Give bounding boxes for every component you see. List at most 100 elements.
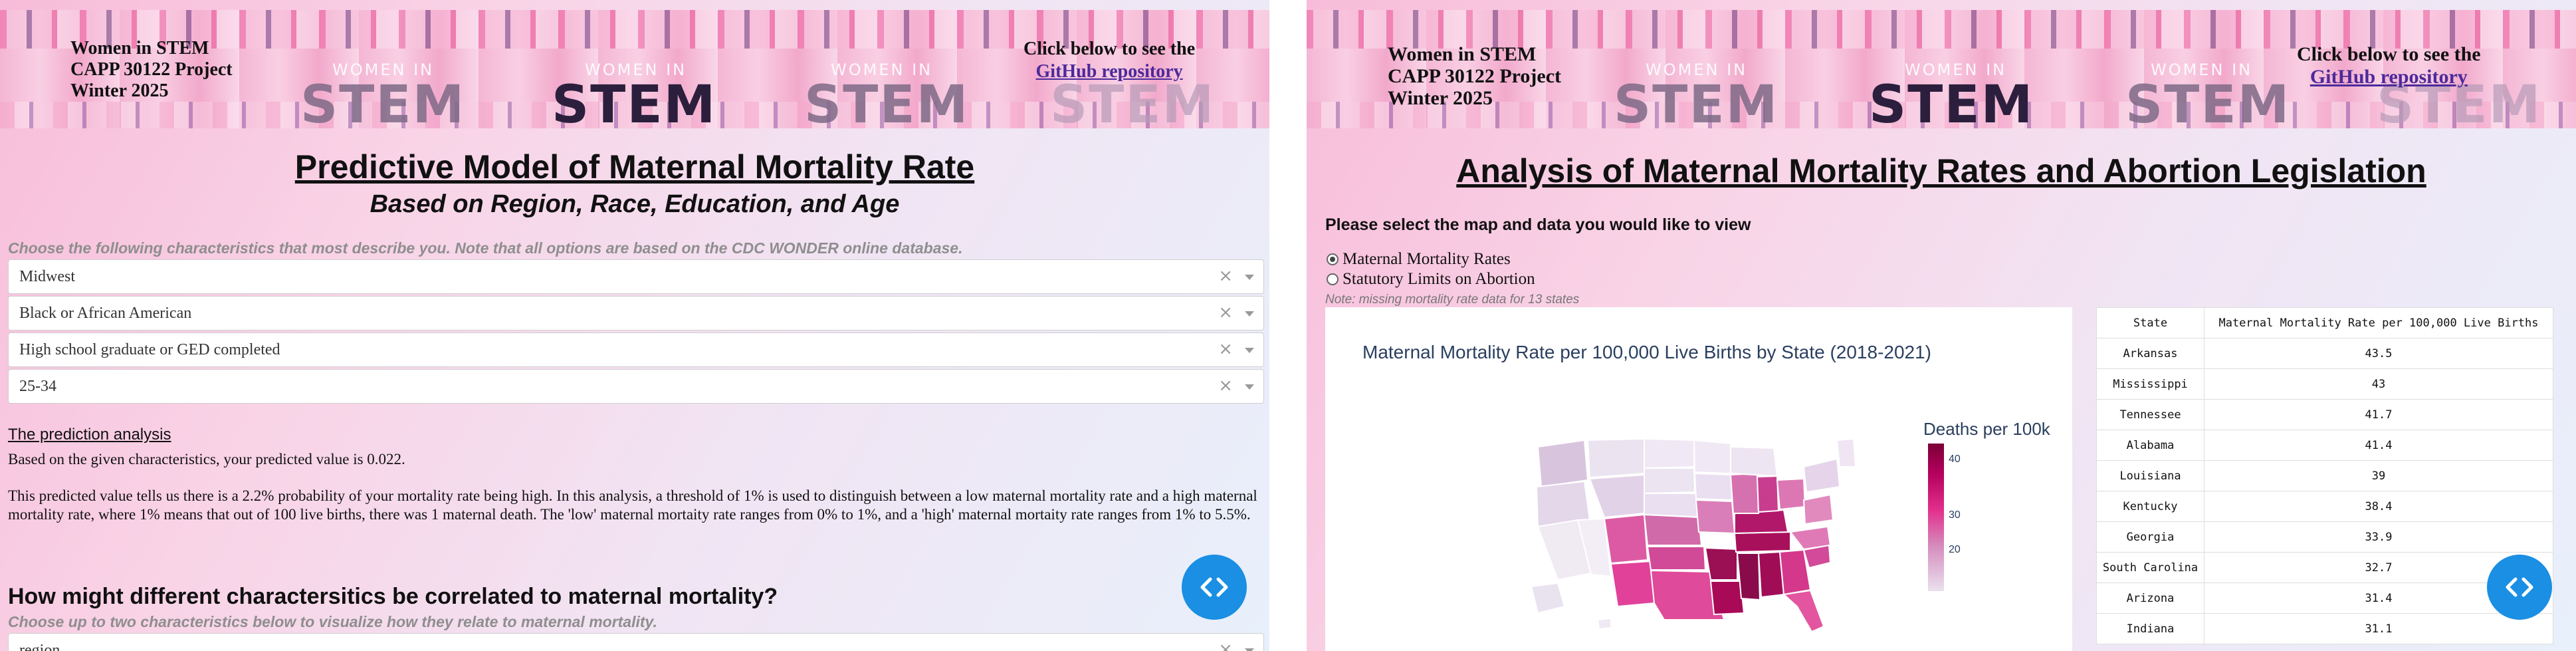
chevron-down-icon[interactable] <box>1245 311 1254 317</box>
analysis-result: Based on the given characteristics, your… <box>8 451 405 467</box>
rate-cell: 43 <box>2204 368 2553 400</box>
clear-icon[interactable]: × <box>1218 339 1233 359</box>
state-cell: Tennessee <box>2096 399 2204 430</box>
clear-icon[interactable]: × <box>1218 376 1233 396</box>
table-row: Alabama 41.4 <box>2096 430 2553 461</box>
state-cell: Arizona <box>2096 583 2204 614</box>
legend-tick: 30 <box>1949 509 1961 521</box>
rate-cell: 41.4 <box>2204 430 2553 461</box>
banner-stem-word: STEM <box>1614 75 1779 128</box>
banner-project-info: Women in STEM CAPP 30122 Project Winter … <box>70 38 233 102</box>
table-row: Tennessee 41.7 <box>2096 399 2553 430</box>
github-repo-link[interactable]: GitHub repository <box>2310 66 2468 88</box>
women-in-stem-banner: WOMEN IN WOMEN IN WOMEN IN STEM STEM STE… <box>0 10 1269 128</box>
missing-data-note: Note: missing mortality rate data for 13… <box>1325 293 1580 307</box>
clear-icon[interactable]: × <box>1218 640 1233 651</box>
table-header-state[interactable]: State <box>2096 307 2204 338</box>
page-title: Analysis of Maternal Mortality Rates and… <box>1456 152 2426 190</box>
table-row: Arkansas 43.5 <box>2096 338 2553 369</box>
code-toggle-button[interactable] <box>2487 555 2552 620</box>
banner-stem-word: STEM <box>1050 75 1216 128</box>
banner-stem-word: STEM <box>300 75 466 128</box>
us-choropleth-map[interactable] <box>1511 420 1857 633</box>
state-cell: Alabama <box>2096 430 2204 461</box>
rate-cell: 33.9 <box>2204 521 2553 553</box>
banner-line: Women in STEM <box>1388 43 1537 65</box>
women-in-stem-banner: WOMEN IN WOMEN IN WOMEN IN STEM STEM STE… <box>1307 10 2576 128</box>
table-row: Louisiana 39 <box>2096 460 2553 491</box>
radio-unselected-icon[interactable] <box>1327 273 1339 285</box>
chevron-down-icon[interactable] <box>1245 648 1254 651</box>
prediction-panel: WOMEN IN WOMEN IN WOMEN IN STEM STEM STE… <box>0 0 1269 651</box>
state-cell: Arkansas <box>2096 338 2204 369</box>
radio-selected-icon[interactable] <box>1327 253 1339 265</box>
banner-line: Winter 2025 <box>1388 87 1493 109</box>
dropdown-value: High school graduate or GED completed <box>19 341 280 358</box>
panel-divider <box>1269 0 1307 651</box>
table-row: Indiana 31.1 <box>2096 613 2553 644</box>
page-subtitle: Based on Region, Race, Education, and Ag… <box>370 190 900 218</box>
code-brackets-icon <box>1200 577 1228 597</box>
rate-cell: 38.4 <box>2204 491 2553 522</box>
choropleth-map-card[interactable]: Maternal Mortality Rate per 100,000 Live… <box>1325 307 2072 651</box>
banner-line: CAPP 30122 Project <box>1388 65 1562 87</box>
legend-tick: 20 <box>1949 544 1961 555</box>
rate-cell: 39 <box>2204 460 2553 491</box>
table-row: South Carolina 32.7 <box>2096 552 2553 583</box>
age-dropdown[interactable]: 25-34 × <box>8 369 1264 404</box>
table-row: Mississippi 43 <box>2096 368 2553 400</box>
rate-cell: 43.5 <box>2204 338 2553 369</box>
repo-callout: Click below to see the GitHub repository <box>1023 38 1195 83</box>
view-prompt: Please select the map and data you would… <box>1325 215 1751 234</box>
radio-label: Maternal Mortality Rates <box>1342 250 1511 268</box>
correlation-hint: Choose up to two characteristics below t… <box>8 613 657 630</box>
race-dropdown[interactable]: Black or African American × <box>8 296 1264 330</box>
chevron-down-icon[interactable] <box>1245 384 1254 390</box>
dropdown-value: Black or African American <box>19 305 192 322</box>
clear-icon[interactable]: × <box>1218 266 1233 286</box>
table-header-rate[interactable]: Maternal Mortality Rate per 100,000 Live… <box>2204 307 2553 338</box>
repo-callout: Click below to see the GitHub repository <box>2297 43 2481 88</box>
banner-line: Winter 2025 <box>70 80 169 101</box>
instructions-text: Choose the following characteristics tha… <box>8 239 963 257</box>
repo-prompt: Click below to see the <box>2297 43 2481 65</box>
page-title: Predictive Model of Maternal Mortality R… <box>294 148 975 186</box>
code-toggle-button[interactable] <box>1182 555 1247 620</box>
banner-line: CAPP 30122 Project <box>70 59 233 80</box>
github-repo-link[interactable]: GitHub repository <box>1036 61 1183 82</box>
rate-cell: 31.1 <box>2204 613 2553 644</box>
legend-title: Deaths per 100k <box>1923 419 2050 439</box>
state-cell: Kentucky <box>2096 491 2204 522</box>
chevron-down-icon[interactable] <box>1245 348 1254 353</box>
characteristic-dropdown[interactable]: region × <box>8 633 1264 651</box>
analysis-panel: WOMEN IN WOMEN IN WOMEN IN STEM STEM STE… <box>1307 0 2576 651</box>
clear-icon[interactable]: × <box>1218 303 1233 323</box>
table-row: Kentucky 38.4 <box>2096 491 2553 522</box>
state-cell: Indiana <box>2096 613 2204 644</box>
banner-stem-word: STEM <box>2125 75 2291 128</box>
region-dropdown[interactable]: Midwest × <box>8 259 1264 294</box>
dropdown-value: region <box>19 642 60 651</box>
table-row: Arizona 31.4 <box>2096 583 2553 614</box>
correlation-section-title: How might different charactersitics be c… <box>8 584 778 609</box>
state-cell: South Carolina <box>2096 552 2204 583</box>
radio-abortion-limits[interactable]: Statutory Limits on Abortion <box>1327 270 1535 289</box>
banner-stem-word: STEM <box>1869 75 2034 128</box>
table-header-row: State Maternal Mortality Rate per 100,00… <box>2096 307 2553 338</box>
map-title: Maternal Mortality Rate per 100,000 Live… <box>1362 342 1932 362</box>
repo-prompt: Click below to see the <box>1023 39 1196 59</box>
mortality-rate-table: State Maternal Mortality Rate per 100,00… <box>2096 307 2553 644</box>
analysis-title: The prediction analysis <box>8 426 171 444</box>
legend-tick: 40 <box>1949 454 1961 465</box>
banner-stem-word: STEM <box>804 75 970 128</box>
education-dropdown[interactable]: High school graduate or GED completed × <box>8 332 1264 367</box>
state-cell: Louisiana <box>2096 460 2204 491</box>
state-cell: Georgia <box>2096 521 2204 553</box>
code-brackets-icon <box>2506 577 2533 597</box>
banner-line: Women in STEM <box>70 38 209 59</box>
chevron-down-icon[interactable] <box>1245 275 1254 280</box>
radio-maternal-mortality[interactable]: Maternal Mortality Rates <box>1327 250 1511 269</box>
state-cell: Mississippi <box>2096 368 2204 400</box>
radio-label: Statutory Limits on Abortion <box>1342 270 1535 288</box>
table-row: Georgia 33.9 <box>2096 521 2553 553</box>
